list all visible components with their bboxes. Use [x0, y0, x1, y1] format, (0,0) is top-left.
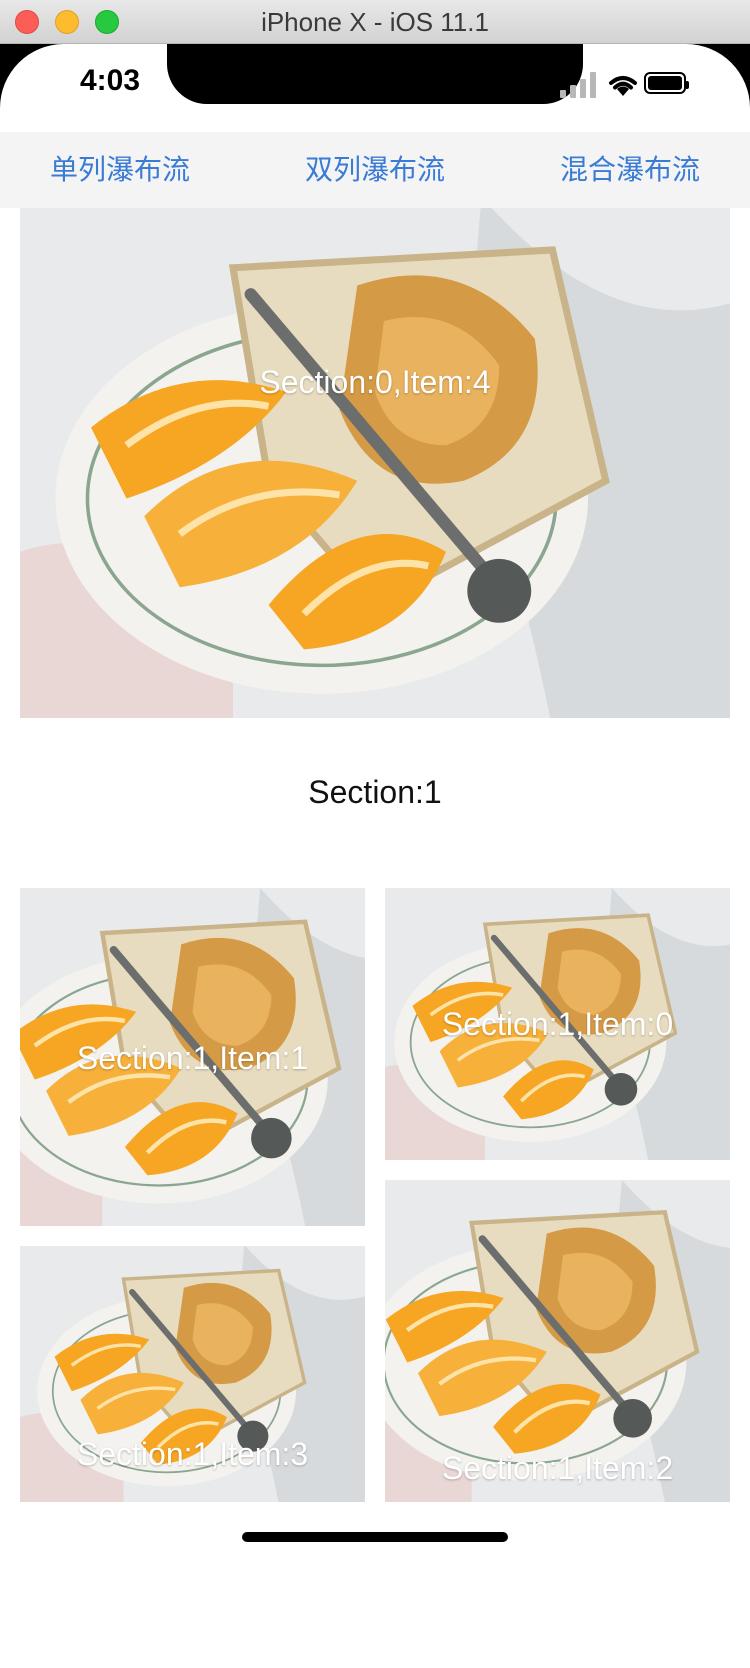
simulator-title-bar: iPhone X - iOS 11.1	[0, 0, 750, 44]
cell-label: Section:1,Item:1	[76, 1040, 309, 1076]
tab-mixed-waterfall[interactable]: 混合瀑布流	[510, 132, 750, 208]
collection-cell[interactable]: Section:1,Item:2	[385, 1180, 730, 1502]
window-title: iPhone X - iOS 11.1	[261, 7, 489, 37]
cell-label: Section:0,Item:4	[259, 364, 491, 400]
cell-label: Section:1,Item:3	[76, 1436, 309, 1472]
status-time: 4:03	[79, 64, 141, 97]
wifi-icon	[609, 76, 637, 96]
collection-cell[interactable]: Section:1,Item:0	[385, 888, 730, 1160]
home-indicator[interactable]	[242, 1532, 508, 1542]
section-header: Section:1	[308, 774, 442, 810]
home-area	[0, 1502, 750, 1668]
cell-photo	[20, 208, 730, 718]
collection-cell[interactable]: Section:1,Item:1	[20, 888, 365, 1226]
cell-label: Section:1,Item:2	[441, 1450, 674, 1486]
notch	[167, 44, 583, 104]
collection-cell[interactable]: Section:1,Item:3	[20, 1246, 365, 1502]
cell-label: Section:1,Item:0	[441, 1006, 674, 1042]
tab-double-column-waterfall[interactable]: 双列瀑布流	[255, 132, 495, 208]
signal-icon	[560, 72, 596, 98]
battery-icon	[644, 72, 689, 94]
layout-switcher-bar: 单列瀑布流 双列瀑布流 混合瀑布流	[0, 132, 750, 208]
collection-cell[interactable]: Section:0,Item:4	[20, 208, 730, 718]
tab-single-column-waterfall[interactable]: 单列瀑布流	[0, 132, 240, 208]
phone-screen: 4:03 单列瀑布流 双列瀑布流 混合瀑布流 Section:0,Item:4 …	[0, 44, 750, 1668]
